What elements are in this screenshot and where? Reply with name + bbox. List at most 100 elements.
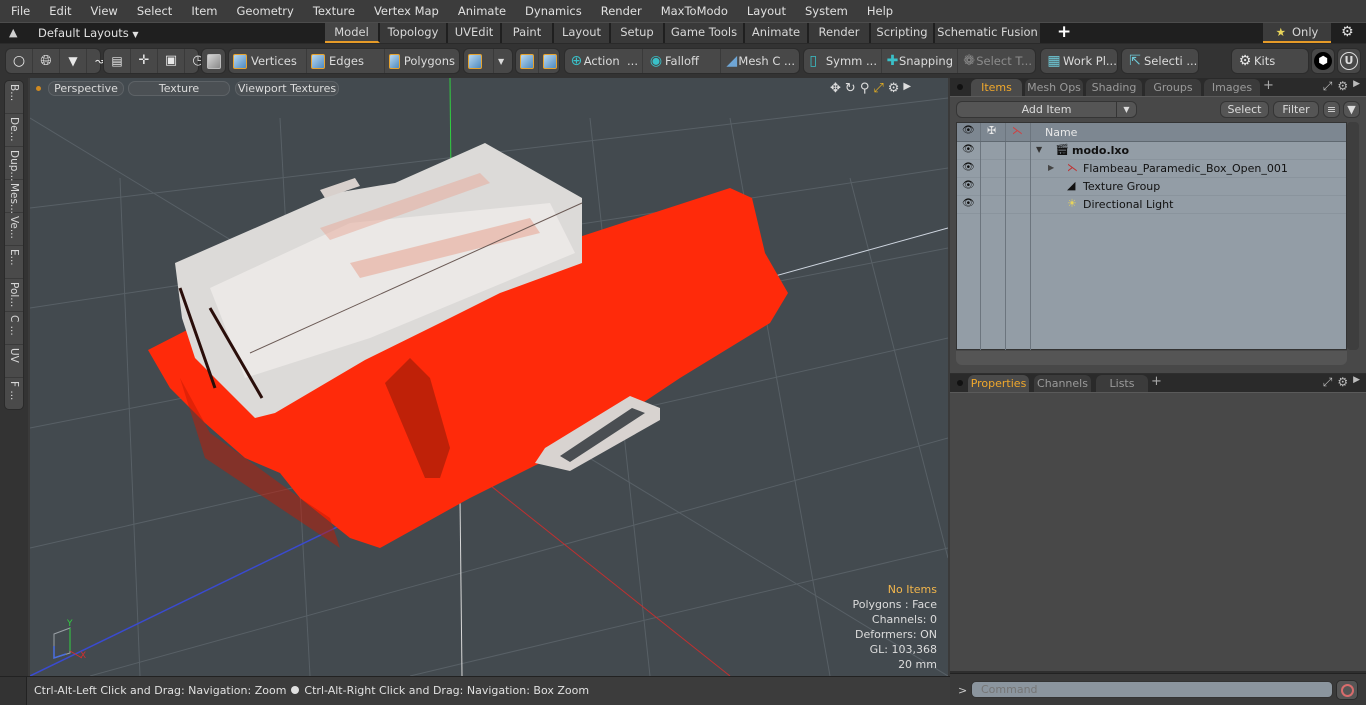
menu-file[interactable]: File — [0, 0, 38, 22]
mesh-constraint-button[interactable]: ◢ Mesh C ... — [721, 49, 799, 73]
material-mode-dropdown[interactable]: ▼ — [494, 49, 512, 73]
tab-layout[interactable]: Layout — [554, 23, 611, 43]
tab-mesh-ops[interactable]: Mesh Ops — [1025, 79, 1083, 96]
menu-geometry[interactable]: Geometry — [226, 0, 302, 22]
tab-scripting[interactable]: Scripting — [871, 23, 935, 43]
tab-render[interactable]: Render — [809, 23, 871, 43]
snapping-button[interactable]: ✚ Snapping — [882, 49, 958, 73]
tab-shading[interactable]: Shading — [1086, 79, 1142, 96]
edges-button[interactable]: Edges — [307, 49, 385, 73]
tab-groups[interactable]: Groups — [1145, 79, 1201, 96]
align-button[interactable]: ▤ — [104, 49, 131, 73]
left-tab-vertex[interactable]: Ve... — [5, 213, 23, 246]
panel-options-dot[interactable] — [957, 84, 963, 90]
expand-icon[interactable]: ⤢ — [1323, 375, 1333, 390]
default-layouts-dropdown[interactable]: Default Layouts ▼ — [38, 26, 139, 40]
tab-lists[interactable]: Lists — [1096, 375, 1148, 392]
action-pivot-view-button[interactable] — [539, 49, 561, 73]
tab-channels[interactable]: Channels — [1034, 375, 1091, 392]
menu-maxtomodo[interactable]: MaxToModo — [650, 0, 736, 22]
left-tab-polygon[interactable]: Pol... — [5, 279, 23, 312]
lasso-select-button[interactable]: ▼ — [60, 49, 87, 73]
menu-help[interactable]: Help — [856, 0, 901, 22]
gear-icon[interactable]: ⚙ — [1341, 24, 1354, 40]
visibility-column-eye-icon[interactable]: 👁︎ — [962, 125, 975, 136]
shading-dropdown[interactable]: Texture — [128, 81, 230, 96]
tab-schematic-fusion[interactable]: Schematic Fusion — [935, 23, 1042, 43]
work-plane-button[interactable]: ▦ Work Pl... — [1040, 48, 1118, 74]
tab-images[interactable]: Images — [1204, 79, 1260, 96]
add-panel-tab-button[interactable]: + — [1151, 374, 1162, 389]
left-tab-fusion[interactable]: F ... — [5, 378, 23, 411]
hierarchy-toggle-button[interactable]: ≡ — [1323, 101, 1340, 118]
material-mode-button[interactable] — [464, 49, 494, 73]
tab-properties[interactable]: Properties — [968, 375, 1029, 392]
command-input[interactable] — [971, 681, 1333, 698]
tab-paint[interactable]: Paint — [502, 23, 554, 43]
menu-layout[interactable]: Layout — [736, 0, 794, 22]
square-circle-button[interactable]: ▣ — [158, 49, 185, 73]
action-center-button[interactable]: ⊕ Action ... — [565, 49, 643, 73]
symmetry-button[interactable]: ▯ Symm ... — [804, 49, 882, 73]
selection-sets-button[interactable]: ⇱ Selecti ... — [1121, 48, 1199, 74]
action-center-view-button[interactable] — [516, 49, 539, 73]
visibility-eye-icon[interactable]: 👁︎ — [962, 180, 975, 191]
tree-row-scene[interactable]: 👁︎ ▼ 🎬︎ modo.lxo — [957, 142, 1346, 160]
select-button[interactable]: Select — [1220, 101, 1269, 118]
tree-scrollbar[interactable] — [1347, 122, 1359, 350]
viewport-gear-icon[interactable]: ⚙ — [888, 81, 900, 96]
add-item-dropdown-icon[interactable]: ▼ — [1116, 102, 1136, 117]
viewport-options-dot[interactable] — [36, 86, 41, 91]
viewport-scene[interactable]: Y X — [30, 78, 948, 676]
item-mode-button[interactable] — [201, 48, 226, 74]
layouts-collapse-icon[interactable]: ▲ — [9, 26, 17, 39]
3d-viewport[interactable]: Y X Perspective Texture Viewport Texture… — [30, 78, 948, 676]
axis-column-icon[interactable]: ⋋ — [1012, 124, 1023, 137]
add-item-button[interactable]: Add Item ▼ — [956, 101, 1137, 118]
expand-icon[interactable]: ⤢ — [1323, 79, 1333, 94]
panel-gear-icon[interactable]: ⚙ — [1337, 375, 1348, 390]
menu-system[interactable]: System — [794, 0, 856, 22]
menu-vertex-map[interactable]: Vertex Map — [363, 0, 447, 22]
uv-cross-button[interactable]: ✛ — [131, 49, 158, 73]
visibility-eye-icon[interactable]: 👁︎ — [962, 144, 975, 155]
circle-select-button[interactable]: ○ — [6, 49, 33, 73]
left-tab-uv[interactable]: UV — [5, 345, 23, 378]
only-toggle[interactable]: ★ Only — [1263, 23, 1331, 43]
menu-select[interactable]: Select — [126, 0, 180, 22]
tab-topology[interactable]: Topology — [380, 23, 448, 43]
visibility-eye-icon[interactable]: 👁︎ — [962, 198, 975, 209]
menu-render[interactable]: Render — [590, 0, 650, 22]
unreal-button[interactable]: U — [1337, 48, 1361, 74]
add-tab-button[interactable]: + — [1057, 22, 1071, 42]
tab-items[interactable]: Items — [971, 79, 1022, 96]
tab-uvedit[interactable]: UVEdit — [448, 23, 502, 43]
add-panel-tab-button[interactable]: + — [1263, 78, 1274, 93]
left-tab-curve[interactable]: C ... — [5, 312, 23, 345]
menu-texture[interactable]: Texture — [302, 0, 363, 22]
left-tab-mesh-edit[interactable]: Mes... — [5, 180, 23, 214]
panel-gear-icon[interactable]: ⚙ — [1337, 79, 1348, 94]
viewport-menu-arrow-icon[interactable]: ▶ — [903, 81, 911, 96]
left-tab-duplicate[interactable]: Dup... — [5, 147, 23, 181]
funnel-filter-button[interactable]: ▼ — [1343, 101, 1360, 118]
tab-setup[interactable]: Setup — [611, 23, 665, 43]
rotate-icon[interactable]: ↻ — [845, 81, 856, 96]
panel-menu-arrow-icon[interactable]: ▶ — [1353, 375, 1360, 390]
tree-row-light[interactable]: 👁︎ ☀ Directional Light — [957, 196, 1346, 214]
name-column-header[interactable]: Name — [1045, 126, 1077, 139]
select-through-button[interactable]: ❁ Select T... — [958, 49, 1036, 73]
left-tab-basic[interactable]: B... — [5, 81, 23, 114]
pan-icon[interactable]: ✥ — [830, 81, 841, 96]
falloff-button[interactable]: ◉ Falloff — [643, 49, 721, 73]
expand-triangle-icon[interactable]: ▶ — [1048, 163, 1054, 172]
menu-dynamics[interactable]: Dynamics — [514, 0, 590, 22]
globe-select-button[interactable]: 🌐︎ — [33, 49, 60, 73]
lock-column-icon[interactable]: ✠ — [987, 124, 996, 137]
menu-animate[interactable]: Animate — [447, 0, 514, 22]
menu-view[interactable]: View — [80, 0, 126, 22]
kits-button[interactable]: ⚙ Kits — [1231, 48, 1309, 74]
visibility-eye-icon[interactable]: 👁︎ — [962, 162, 975, 173]
menu-edit[interactable]: Edit — [38, 0, 79, 22]
vertices-button[interactable]: Vertices — [229, 49, 307, 73]
